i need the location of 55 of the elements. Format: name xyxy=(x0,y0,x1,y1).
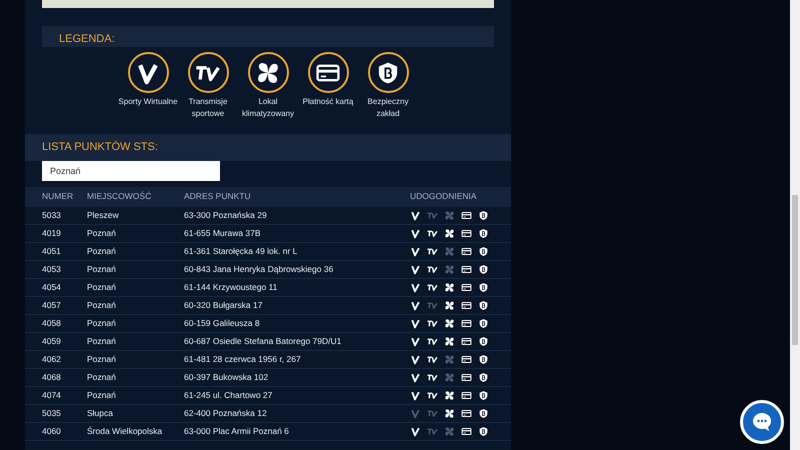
table-cell: 4057 xyxy=(42,300,61,310)
column-header: MIEJSCOWOŚĆ xyxy=(87,191,152,202)
table-cell: Poznań xyxy=(87,390,116,400)
chat-button[interactable] xyxy=(740,400,784,444)
column-header: NUMER xyxy=(42,191,74,202)
table-cell: Poznań xyxy=(87,300,116,310)
legend-label: Bezpieczny zakład xyxy=(366,96,410,120)
table-cell: Poznań xyxy=(87,228,116,238)
table-cell: 61-481 28 czerwca 1956 r, 267 xyxy=(184,354,301,364)
table-cell: 60-397 Bukowska 102 xyxy=(184,372,268,382)
table-cell: 62-400 Poznańska 12 xyxy=(184,408,267,418)
table-cell: 4068 xyxy=(42,372,61,382)
table-cell: Pleszew xyxy=(87,210,119,220)
table-cell: 5035 xyxy=(42,408,61,418)
table-cell: 61-144 Krzywoustego 11 xyxy=(184,282,278,292)
legend-label: Transmisje sportowe xyxy=(188,96,228,120)
table-cell: 63-000 Plac Armii Poznań 6 xyxy=(184,426,289,436)
column-header: ADRES PUNKTU xyxy=(184,191,251,202)
table-cell: 60-687 Osiedle Stefana Batorego 79D/U1 xyxy=(184,336,342,346)
table-cell: 4060 xyxy=(42,426,61,436)
table-cell: Słupca xyxy=(87,408,113,418)
table-cell: Poznań xyxy=(87,318,116,328)
table-cell: 4054 xyxy=(42,282,61,292)
table-cell: 60-159 Galileusza 8 xyxy=(184,318,260,328)
table-cell: 4053 xyxy=(42,264,61,274)
table-cell: 61-361 Starołęcka 49 lok. nr L xyxy=(184,246,298,256)
table-cell: Środa Wielkopolska xyxy=(87,426,162,436)
table-cell: Poznań xyxy=(87,264,116,274)
table-cell: Poznań xyxy=(87,282,116,292)
legend-label: Płatność kartą xyxy=(302,96,354,108)
table-cell: 4074 xyxy=(42,390,61,400)
table-cell: 4062 xyxy=(42,354,61,364)
table-cell: 4059 xyxy=(42,336,61,346)
scrollbar-thumb[interactable] xyxy=(792,195,798,345)
table-cell: 60-843 Jana Henryka Dąbrowskiego 36 xyxy=(184,264,334,274)
table-cell: 5033 xyxy=(42,210,61,220)
table-cell: Poznań xyxy=(87,336,116,346)
table-cell: 4019 xyxy=(42,228,61,238)
table-cell: Poznań xyxy=(87,246,116,256)
scrollbar[interactable] xyxy=(790,0,800,450)
chat-bubble-icon xyxy=(751,411,773,433)
legend-label: Lokal klimatyzowany xyxy=(240,96,295,120)
table-cell: 60-320 Bułgarska 17 xyxy=(184,300,262,310)
column-header: UDOGODNIENIA xyxy=(410,190,477,203)
table-cell: 61-655 Murawa 37B xyxy=(184,228,261,238)
table-cell: Poznań xyxy=(87,354,116,364)
list-heading: LISTA PUNKTÓW STS: xyxy=(25,134,511,160)
table-cell: Poznań xyxy=(87,372,116,382)
legend-heading: LEGENDA: xyxy=(42,26,494,47)
legend-label: Sporty Wirtualne xyxy=(118,96,178,108)
table-cell: 61-245 ul. Chartowo 27 xyxy=(184,390,272,400)
table-cell: 4051 xyxy=(42,246,61,256)
table-cell: 4058 xyxy=(42,318,61,328)
table-cell: 63-300 Poznańska 29 xyxy=(184,210,267,220)
search-field[interactable]: Poznań xyxy=(42,160,220,180)
